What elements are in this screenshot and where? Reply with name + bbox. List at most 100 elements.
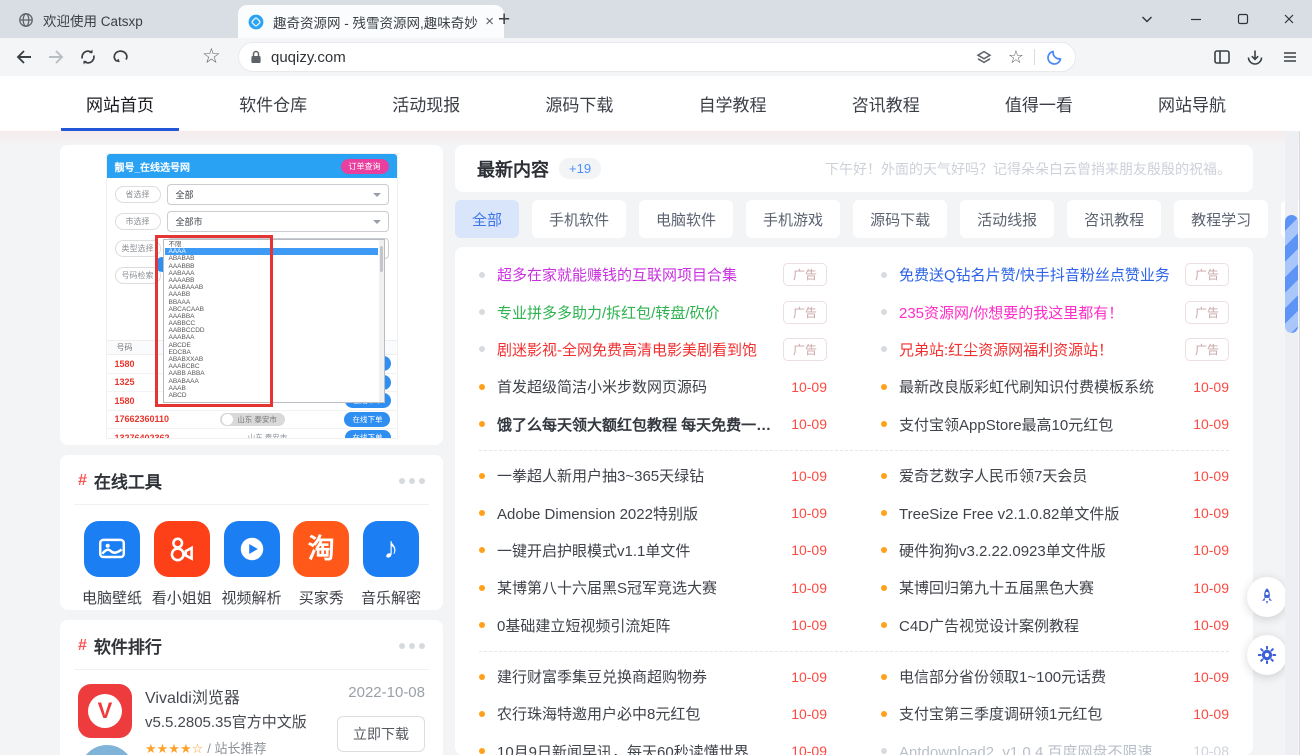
back-to-top-button[interactable] <box>1247 577 1287 617</box>
browser-toolbar: ☆ quqizy.com ☆ <box>0 38 1312 77</box>
nav-item[interactable]: 源码下载 <box>541 75 617 132</box>
field-label: 市选择 <box>115 213 161 230</box>
item-meta: 10-09 <box>1193 505 1229 521</box>
list-item: 剧迷影视-全网免费高清电影美剧看到饱广告 <box>479 331 827 368</box>
category-tab[interactable]: 电脑软件 <box>639 200 733 238</box>
tool-label: 买家秀 <box>299 587 344 608</box>
item-title-link[interactable]: 免费送Q钻名片赞/快手抖音粉丝点赞业务 <box>899 264 1175 285</box>
forward-button[interactable] <box>46 47 66 67</box>
side-panel-icon[interactable] <box>1212 47 1232 67</box>
tab-title: 趣奇资源网 - 残雪资源网,趣味奇妙 <box>273 12 479 32</box>
item-title-link[interactable]: 饿了么每天领大额红包教程 每天免费一顿饭 <box>497 414 781 435</box>
software-name[interactable]: Vivaldi浏览器 <box>145 684 337 708</box>
item-meta: 10-09 <box>1193 468 1229 484</box>
tool-label: 音乐解密 <box>361 587 421 608</box>
nav-item[interactable]: 软件仓库 <box>235 75 311 132</box>
tool-wallpaper[interactable]: 电脑壁纸 <box>80 521 144 608</box>
item-title-link[interactable]: 兄弟站:红尘资源网福利资源站！ <box>899 339 1175 360</box>
nav-item[interactable]: 网站首页 <box>82 75 158 132</box>
bookmark-star-icon[interactable]: ☆ <box>1008 48 1024 66</box>
item-title-link[interactable]: 最新改良版彩虹代刷知识付费模板系统 <box>899 376 1183 397</box>
category-tab[interactable]: 源码下载 <box>853 200 947 238</box>
list-item: 爱奇艺数字人民币领7天会员 10-09 <box>881 457 1229 494</box>
item-title-link[interactable]: 10月9日新闻早讯，每天60秒读懂世界 <box>497 741 781 755</box>
item-title-link[interactable]: 0基础建立短视频引流矩阵 <box>497 615 781 636</box>
home-star-icon[interactable]: ☆ <box>202 46 222 66</box>
item-meta: 10-09 <box>791 743 827 755</box>
reload-icon[interactable] <box>78 47 98 67</box>
window-close-button[interactable] <box>1266 0 1312 38</box>
item-title-link[interactable]: 支付宝第三季度调研领1元红包 <box>899 703 1183 724</box>
lock-icon <box>249 49 263 65</box>
tool-taobao-show[interactable]: 淘 买家秀 <box>289 521 353 608</box>
rank-item-vivaldi[interactable]: V Vivaldi浏览器 v5.5.2805.35官方中文版 ★★★★☆/ 站长… <box>78 684 425 755</box>
tool-music-decrypt[interactable]: ♪ 音乐解密 <box>359 521 423 608</box>
nav-item[interactable]: 值得一看 <box>1001 75 1077 132</box>
item-title-link[interactable]: Antdownload2_v1.0.4 百度网盘不限速 <box>899 741 1183 755</box>
item-title-link[interactable]: 建行财富季集豆兑换商超购物券 <box>497 666 781 687</box>
item-title-link[interactable]: Adobe Dimension 2022特别版 <box>497 503 781 524</box>
province-select-row: 省选择 全部 <box>115 184 389 205</box>
tool-screenshot-image[interactable]: 靓号_在线选号网 订单查询 省选择 全部 市选择 全部市 类型选择 不限 号码检… <box>106 153 398 439</box>
undo-arrow-icon[interactable] <box>110 47 130 67</box>
new-tab-button[interactable]: + <box>498 8 510 32</box>
divider <box>74 669 429 670</box>
download-icon[interactable] <box>1245 47 1265 67</box>
category-tab[interactable]: 活动线报 <box>960 200 1054 238</box>
item-title-link[interactable]: 专业拼多多助力/拆红包/转盘/砍价 <box>497 302 773 323</box>
item-title-link[interactable]: TreeSize Free v2.1.0.82单文件版 <box>899 503 1183 524</box>
back-button[interactable] <box>14 47 34 67</box>
toggle-knob <box>222 414 233 425</box>
item-title-link[interactable]: 电信部分省份领取1~100元话费 <box>899 666 1183 687</box>
item-title-link[interactable]: 农行珠海特邀用户必中8元红包 <box>497 703 781 724</box>
item-meta: 10-09 <box>1193 379 1229 395</box>
item-title-link[interactable]: 爱奇艺数字人民币领7天会员 <box>899 465 1183 486</box>
item-title-link[interactable]: 235资源网/你想要的我这里都有！ <box>899 302 1175 323</box>
item-meta: 10-09 <box>1193 617 1229 633</box>
category-tab[interactable]: 全部 <box>455 200 519 238</box>
tab-search-button[interactable] <box>1124 0 1170 38</box>
dark-mode-moon-icon[interactable] <box>1045 47 1065 67</box>
item-title-link[interactable]: 某博第八十六届黑S冠军竞选大赛 <box>497 577 781 598</box>
browser-tab-quqizy[interactable]: 趣奇资源网 - 残雪资源网,趣味奇妙 × <box>238 5 504 38</box>
extension-icon[interactable] <box>974 47 994 67</box>
category-tab[interactable]: 手机软件 <box>532 200 626 238</box>
list-item: 建行财富季集豆兑换商超购物券10-09 <box>479 658 827 695</box>
browser-tab-welcome[interactable]: 欢迎使用 Catsxp <box>10 6 241 34</box>
more-dots-icon[interactable] <box>399 478 425 484</box>
download-now-button[interactable]: 立即下载 <box>337 716 425 752</box>
nav-item[interactable]: 网站导航 <box>1154 75 1230 132</box>
window-minimize-button[interactable] <box>1173 0 1219 38</box>
category-tab[interactable]: 教程学习 <box>1174 200 1268 238</box>
tab-close-icon[interactable]: × <box>485 14 494 29</box>
item-title-link[interactable]: 一键开启护眼模式v1.1单文件 <box>497 540 781 561</box>
settings-button[interactable] <box>1247 635 1287 675</box>
nav-item[interactable]: 自学教程 <box>695 75 771 132</box>
item-title-link[interactable]: 某博回归第九十五届黑色大赛 <box>899 577 1183 598</box>
item-title-link[interactable]: C4D广告视觉设计案例教程 <box>899 615 1183 636</box>
group-divider <box>479 651 1229 652</box>
address-bar[interactable]: quqizy.com ☆ <box>238 42 1076 72</box>
tab-title: 欢迎使用 Catsxp <box>43 10 233 30</box>
item-title-link[interactable]: 超多在家就能赚钱的互联网项目合集 <box>497 264 773 285</box>
tool-kuaishou[interactable]: 看小姐姐 <box>150 521 214 608</box>
nav-item[interactable]: 咨讯教程 <box>848 75 924 132</box>
bullet-icon <box>479 421 485 427</box>
bullet-icon <box>479 473 485 479</box>
item-title-link[interactable]: 剧迷影视-全网免费高清电影美剧看到饱 <box>497 339 773 360</box>
latest-header-card: 最新内容 +19 下午好！外面的天气好吗？记得朵朵白云曾捎来朋友殷殷的祝福。 <box>455 145 1253 192</box>
tool-video-parse[interactable]: 视频解析 <box>220 521 284 608</box>
item-meta: 广告 <box>1185 263 1229 286</box>
item-title-link[interactable]: 一拳超人新用户抽3~365天绿钻 <box>497 465 781 486</box>
category-tab[interactable]: 手机游戏 <box>746 200 840 238</box>
menu-icon[interactable] <box>1280 47 1300 67</box>
item-title-link[interactable]: 首发超级简洁小米步数网页源码 <box>497 376 781 397</box>
more-dots-icon[interactable] <box>399 643 425 649</box>
category-tab[interactable]: 咨讯教程 <box>1067 200 1161 238</box>
item-title-link[interactable]: 硬件狗狗v3.2.22.0923单文件版 <box>899 540 1183 561</box>
page-scrollbar-thumb[interactable] <box>1285 215 1298 333</box>
url-text[interactable]: quqizy.com <box>271 49 974 66</box>
window-maximize-button[interactable] <box>1220 0 1266 38</box>
nav-item[interactable]: 活动现报 <box>388 75 464 132</box>
item-title-link[interactable]: 支付宝领AppStore最高10元红包 <box>899 414 1183 435</box>
